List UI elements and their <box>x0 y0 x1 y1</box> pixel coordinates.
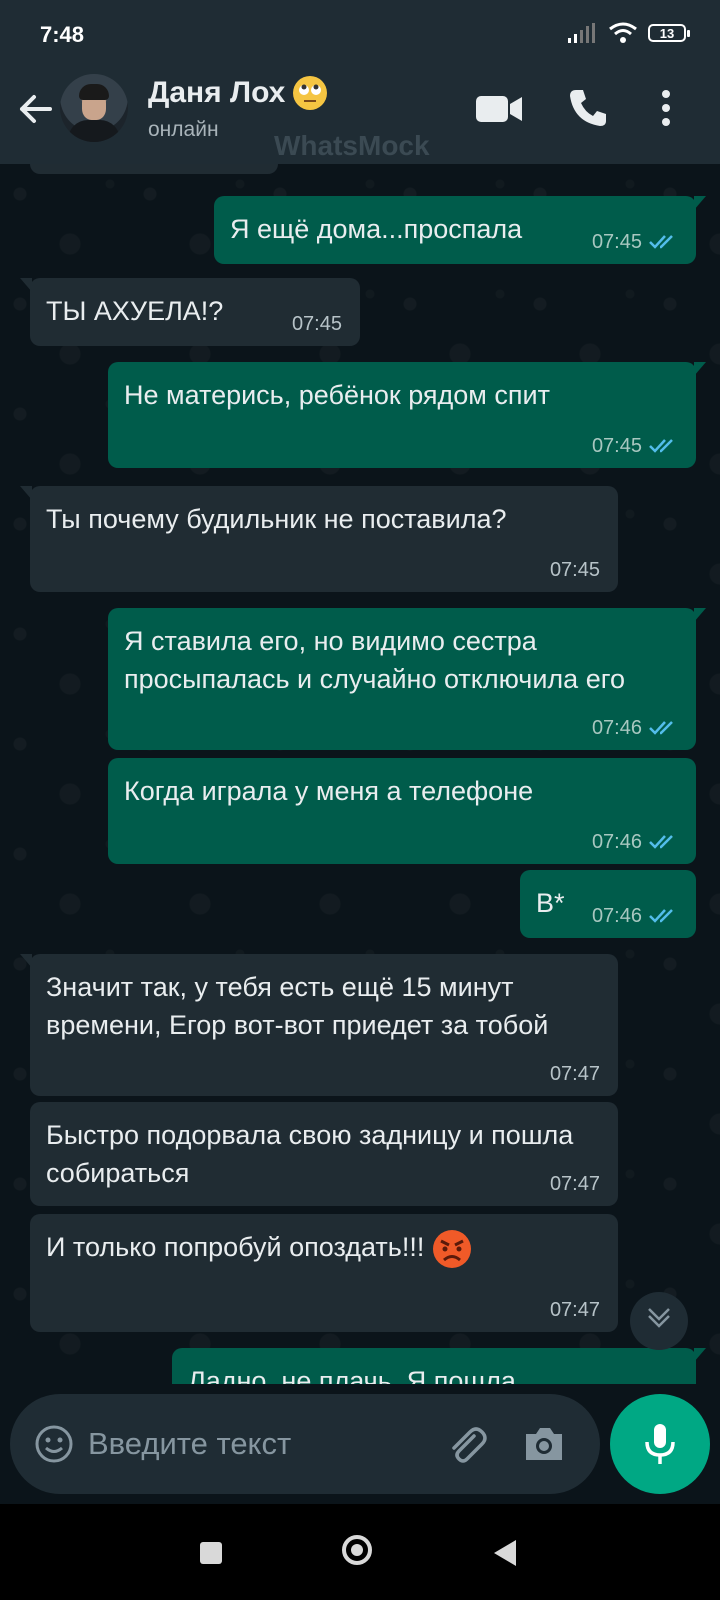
wifi-icon <box>609 22 637 43</box>
status-time: 7:48 <box>40 22 85 47</box>
message-bubble-incoming[interactable]: Значит так, у тебя есть ещё 15 минут вре… <box>20 954 618 1096</box>
contact-name-row[interactable]: Даня Лох <box>148 76 328 110</box>
status-icons: 13 <box>568 22 690 44</box>
message-time: 07:46 <box>592 832 678 852</box>
message-bubble-outgoing[interactable]: Я ставила его, но видимо сестра просыпал… <box>108 608 706 750</box>
message-bubble-outgoing[interactable]: Я ещё дома...проспала 07:45 <box>214 196 706 264</box>
message-input-bar[interactable]: Введите текст <box>10 1394 600 1494</box>
message-time: 07:47 <box>549 1299 600 1321</box>
battery-level: 13 <box>659 25 675 41</box>
message-bubble-outgoing[interactable]: Ладно, не плачь. Я пошла <box>172 1348 706 1384</box>
recents-button[interactable] <box>200 1542 222 1564</box>
back-arrow-icon[interactable] <box>14 88 56 130</box>
message-text: Я ставила его, но видимо сестра просыпал… <box>124 626 625 694</box>
message-text: Значит так, у тебя есть ещё 15 минут вре… <box>46 972 549 1040</box>
message-time: 07:45 <box>592 232 678 252</box>
message-text: Когда играла у меня а телефоне <box>124 776 534 806</box>
chat-area[interactable]: Я ещё дома...проспала 07:45 ТЫ АХУЕЛА!? … <box>0 164 720 1384</box>
message-text: ТЫ АХУЕЛА!? <box>46 296 224 326</box>
more-vert-icon[interactable] <box>660 84 672 132</box>
signal-icon <box>568 23 595 43</box>
message-bubble-outgoing[interactable]: В* 07:46 <box>520 870 696 938</box>
attach-icon[interactable] <box>444 1422 488 1466</box>
message-text: Ладно, не плачь. Я пошла <box>188 1366 516 1384</box>
battery-indicator: 13 <box>648 24 690 42</box>
contact-status: онлайн <box>148 118 219 141</box>
message-input[interactable]: Введите текст <box>88 1426 291 1462</box>
message-bubble-incoming[interactable]: И только попробуй опоздать!!! 07:47 <box>30 1214 618 1332</box>
message-text: И только попробуй опоздать!!! <box>46 1232 425 1262</box>
contact-name: Даня Лох <box>148 76 286 109</box>
message-time: 07:47 <box>549 1173 600 1195</box>
emoji-icon[interactable] <box>34 1424 74 1464</box>
message-time: 07:46 <box>592 906 678 926</box>
message-time: 07:46 <box>592 718 678 738</box>
eye-roll-emoji-icon <box>293 76 328 110</box>
chevron-down-icon <box>648 1308 670 1328</box>
message-bubble-incoming[interactable]: Ты почему будильник не поставила? 07:45 <box>20 486 618 592</box>
camera-icon[interactable] <box>522 1424 566 1464</box>
message-bubble-outgoing[interactable]: Когда играла у меня а телефоне 07:46 <box>108 758 696 864</box>
message-text: Я ещё дома...проспала <box>230 214 523 244</box>
message-time: 07:45 <box>592 436 678 456</box>
message-time: 07:45 <box>549 559 600 581</box>
mic-icon <box>645 1424 675 1464</box>
watermark: WhatsMock <box>274 130 430 161</box>
message-text: В* <box>536 888 565 918</box>
chat-header: Даня Лох онлайн WhatsMock <box>0 54 720 164</box>
system-nav-bar <box>0 1504 720 1600</box>
back-button[interactable] <box>494 1540 516 1566</box>
message-bubble-incoming[interactable]: ТЫ АХУЕЛА!? 07:45 <box>20 278 360 346</box>
message-text: Ты почему будильник не поставила? <box>46 504 507 534</box>
read-ticks-icon <box>649 835 673 849</box>
scroll-down-button[interactable] <box>630 1292 688 1350</box>
message-bubble-outgoing[interactable]: Не матерись, ребёнок рядом спит 07:45 <box>108 362 706 468</box>
status-bar: 7:48 13 <box>0 0 720 54</box>
message-bubble-partial <box>30 164 278 174</box>
video-call-icon[interactable] <box>474 84 524 132</box>
read-ticks-icon <box>649 909 673 923</box>
message-text: Не матерись, ребёнок рядом спит <box>124 380 550 410</box>
message-text: Быстро подорвала свою задницу и пошла со… <box>46 1120 574 1188</box>
read-ticks-icon <box>649 439 673 453</box>
message-time: 07:47 <box>549 1063 600 1085</box>
message-bubble-incoming[interactable]: Быстро подорвала свою задницу и пошла со… <box>30 1102 618 1206</box>
phone-icon[interactable] <box>566 84 610 132</box>
angry-face-emoji-icon <box>432 1229 471 1268</box>
read-ticks-icon <box>649 235 673 249</box>
read-ticks-icon <box>649 721 673 735</box>
avatar[interactable] <box>60 74 128 142</box>
message-time: 07:45 <box>291 313 342 335</box>
home-button[interactable] <box>342 1535 372 1565</box>
mic-button[interactable] <box>610 1394 710 1494</box>
